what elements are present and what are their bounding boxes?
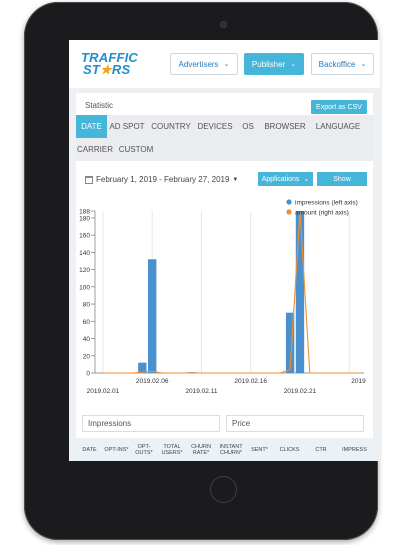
y-axis-tick-label: 100 bbox=[79, 284, 90, 291]
y-axis-tick-label: 0 bbox=[86, 371, 90, 378]
nav-publisher-button[interactable]: Publisher ⌄ bbox=[244, 53, 304, 75]
impressions-bar bbox=[295, 211, 305, 373]
tab-date[interactable]: DATE bbox=[76, 115, 107, 138]
statistics-chart: 0 20 40 60 80 100 120 140 160 180188 2019.02.01 201… bbox=[79, 199, 366, 395]
brand-line2: ST★RS bbox=[83, 62, 131, 77]
x-axis-tick-label: 2019.02.01 bbox=[87, 388, 120, 395]
tab-os[interactable]: OS bbox=[237, 115, 259, 138]
amount-line bbox=[102, 210, 360, 374]
home-button[interactable] bbox=[210, 476, 237, 503]
nav-backoffice-button[interactable]: Backoffice ⌄ bbox=[311, 53, 374, 75]
screen: TRAFFIC ST★RS Advertisers ⌄ Publisher ⌄ Ba… bbox=[69, 40, 380, 461]
y-axis-tick-label: 160 bbox=[79, 233, 90, 240]
table-header-cell[interactable]: CHURN RATE* bbox=[186, 438, 216, 461]
table-header-cell[interactable]: CTR bbox=[306, 438, 336, 461]
y-axis-tick-label: 20 bbox=[83, 353, 91, 360]
tab-carrier[interactable]: CARRIER bbox=[76, 138, 114, 161]
tab-browser[interactable]: BROWSER bbox=[261, 115, 309, 138]
caret-down-icon: ▼ bbox=[232, 176, 239, 183]
x-axis-tick-label: 2019.02.16 bbox=[234, 378, 267, 385]
star-icon: ★ bbox=[100, 62, 112, 77]
nav-advertisers-button[interactable]: Advertisers ⌄ bbox=[170, 53, 238, 75]
brand-logo[interactable]: TRAFFIC ST★RS bbox=[81, 50, 147, 78]
chevron-down-icon: ⌄ bbox=[223, 61, 230, 68]
y-axis-tick-label: 140 bbox=[79, 250, 90, 257]
chevron-down-icon: ⌄ bbox=[290, 61, 297, 68]
chevron-down-icon: ⌄ bbox=[360, 61, 367, 68]
show-button[interactable]: Show bbox=[317, 172, 367, 186]
legend-label-amount: amount (right axis) bbox=[295, 210, 349, 217]
metric-select-right[interactable]: Price bbox=[226, 415, 364, 432]
tab-ad-spot[interactable]: AD SPOT bbox=[107, 115, 147, 138]
y-axis-tick-label: 120 bbox=[79, 267, 90, 274]
y-axis-tick-label: 60 bbox=[83, 319, 91, 326]
tablet-frame: TRAFFIC ST★RS Advertisers ⌄ Publisher ⌄ Ba… bbox=[24, 2, 380, 540]
tab-country[interactable]: COUNTRY bbox=[149, 115, 193, 138]
table-header-cell[interactable]: OPT-OUTS* bbox=[130, 438, 158, 461]
applications-dropdown[interactable]: Applications ⌄ bbox=[258, 172, 313, 186]
top-navbar: TRAFFIC ST★RS Advertisers ⌄ Publisher ⌄ Ba… bbox=[69, 40, 380, 88]
legend-marker-amount bbox=[286, 209, 292, 215]
table-header-cell[interactable]: CLICKS bbox=[273, 438, 306, 461]
export-csv-button[interactable]: Export as CSV bbox=[311, 100, 367, 114]
table-header-cell[interactable]: TOTAL USERS* bbox=[158, 438, 186, 461]
chevron-down-icon: ⌄ bbox=[303, 176, 310, 183]
legend-label-impressions: impressions (left axis) bbox=[295, 200, 358, 207]
x-axis-tick-label: 2019.02.21 bbox=[284, 388, 317, 395]
y-axis-tick-label: 40 bbox=[83, 336, 91, 343]
x-axis-tick-label: 2019.02.06 bbox=[136, 378, 169, 385]
statistic-title: Statistic bbox=[85, 101, 114, 110]
date-range-text: February 1, 2019 - February 27, 2019 bbox=[96, 175, 230, 184]
table-header-cell[interactable]: DATE bbox=[76, 438, 103, 461]
table-header-cell[interactable]: INSTANT CHURN* bbox=[216, 438, 246, 461]
metric-select-left[interactable]: Impressions bbox=[82, 415, 220, 432]
impressions-bar bbox=[147, 259, 157, 373]
x-axis-tick-label: 2019 bbox=[351, 378, 366, 385]
table-header-cell[interactable]: IMPRESS bbox=[336, 438, 373, 461]
x-axis-tick-label: 2019.02.11 bbox=[185, 388, 217, 395]
y-axis-tick-label: 188 bbox=[79, 209, 90, 216]
tab-language[interactable]: LANGUAGE bbox=[311, 115, 365, 138]
date-range-picker[interactable]: February 1, 2019 - February 27, 2019 ▼ bbox=[85, 175, 238, 184]
main-content: Statistic Export as CSV DATE AD SPOT COU… bbox=[69, 88, 380, 461]
table-header-cell[interactable]: OPT-INS* bbox=[103, 438, 130, 461]
group-by-tabs: DATE AD SPOT COUNTRY DEVICES OS BROWSER … bbox=[76, 115, 373, 161]
tab-custom[interactable]: CUSTOM bbox=[116, 138, 156, 161]
y-axis-tick-label: 180 bbox=[79, 215, 90, 222]
tab-devices[interactable]: DEVICES bbox=[195, 115, 235, 138]
table-header-cell[interactable]: SENT* bbox=[246, 438, 273, 461]
y-axis-tick-label: 80 bbox=[83, 302, 91, 309]
legend-marker-impressions bbox=[286, 199, 292, 205]
front-camera bbox=[221, 22, 226, 27]
statistic-card: Statistic Export as CSV DATE AD SPOT COU… bbox=[76, 93, 373, 461]
calendar-icon bbox=[85, 175, 93, 184]
table-header: DATE OPT-INS* OPT-OUTS* TOTAL USERS* CHURN R… bbox=[76, 438, 373, 461]
